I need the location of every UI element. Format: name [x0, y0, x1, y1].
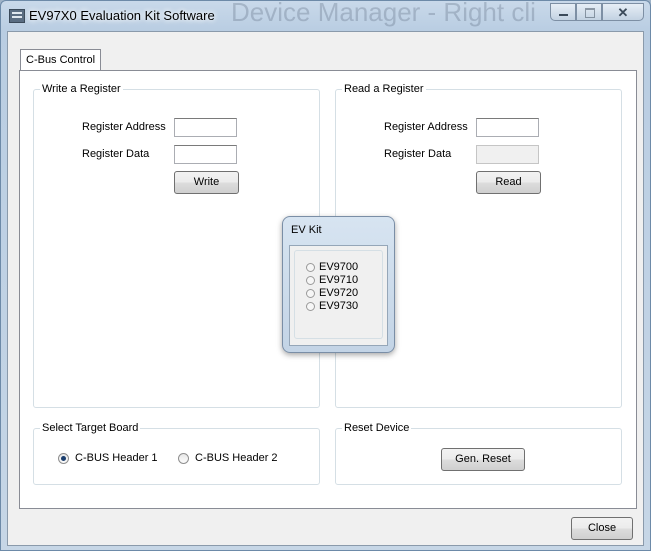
read-register-legend: Read a Register: [342, 82, 426, 96]
reset-device-legend: Reset Device: [342, 421, 412, 435]
radio-c-bus-header-1-label: C-BUS Header 1: [75, 452, 158, 464]
tab-c-bus-control[interactable]: C-Bus Control: [20, 49, 102, 71]
background-window-text: Device Manager - Right cli: [231, 0, 536, 27]
radio-ev9720-label: EV9720: [319, 287, 359, 299]
radio-unselected-icon: [306, 289, 315, 298]
ev-kit-dialog[interactable]: EV Kit EV9700 EV9710 EV9720 EV9730: [282, 216, 395, 353]
select-target-board-group: Select Target Board C-BUS Header 1 C-BUS…: [33, 421, 320, 485]
radio-selected-icon: [58, 452, 69, 464]
ev-kit-options-group: EV9700 EV9710 EV9720 EV9730: [294, 250, 383, 339]
write-register-legend: Write a Register: [40, 82, 123, 96]
radio-ev9700[interactable]: EV9700: [306, 261, 358, 274]
maximize-button[interactable]: [576, 3, 602, 21]
select-target-board-legend: Select Target Board: [40, 421, 141, 435]
radio-ev9720[interactable]: EV9720: [306, 287, 358, 300]
radio-ev9700-label: EV9700: [319, 261, 359, 273]
minimize-icon: [559, 14, 568, 16]
radio-unselected-icon: [306, 302, 315, 311]
caption-buttons: ✕: [550, 3, 644, 23]
write-button[interactable]: Write: [174, 171, 239, 194]
radio-ev9710-label: EV9710: [319, 274, 359, 286]
ev-kit-title: EV Kit: [291, 224, 322, 236]
close-button[interactable]: Close: [571, 517, 633, 540]
read-address-input[interactable]: [476, 118, 539, 137]
radio-c-bus-header-2[interactable]: C-BUS Header 2: [178, 452, 278, 464]
radio-ev9730-label: EV9730: [319, 300, 359, 312]
read-data-field: [476, 145, 539, 164]
minimize-button[interactable]: [550, 3, 576, 21]
gen-reset-button[interactable]: Gen. Reset: [441, 448, 525, 471]
app-icon[interactable]: [9, 9, 25, 23]
write-address-label: Register Address: [82, 121, 166, 133]
write-data-input[interactable]: [174, 145, 237, 164]
radio-unselected-icon: [306, 263, 315, 272]
radio-unselected-icon: [306, 276, 315, 285]
window-title: EV97X0 Evaluation Kit Software: [29, 8, 215, 23]
read-address-label: Register Address: [384, 121, 468, 133]
write-address-input[interactable]: [174, 118, 237, 137]
read-button[interactable]: Read: [476, 171, 541, 194]
radio-ev9730[interactable]: EV9730: [306, 300, 358, 313]
write-register-group: Write a Register Register Address Regist…: [33, 82, 320, 408]
ev-kit-body: EV9700 EV9710 EV9720 EV9730: [289, 245, 388, 346]
maximize-icon: [585, 8, 595, 18]
radio-c-bus-header-1[interactable]: C-BUS Header 1: [58, 452, 158, 464]
title-bar[interactable]: Device Manager - Right cli EV97X0 Evalua…: [1, 0, 650, 31]
radio-unselected-icon: [178, 452, 189, 464]
radio-ev9710[interactable]: EV9710: [306, 274, 358, 287]
close-icon: ✕: [617, 5, 629, 20]
write-data-label: Register Data: [82, 148, 150, 160]
reset-device-group: Reset Device Gen. Reset: [335, 421, 622, 485]
close-window-button[interactable]: ✕: [602, 3, 644, 21]
read-data-label: Register Data: [384, 148, 452, 160]
main-window: Device Manager - Right cli EV97X0 Evalua…: [0, 0, 651, 551]
radio-c-bus-header-2-label: C-BUS Header 2: [195, 452, 278, 464]
